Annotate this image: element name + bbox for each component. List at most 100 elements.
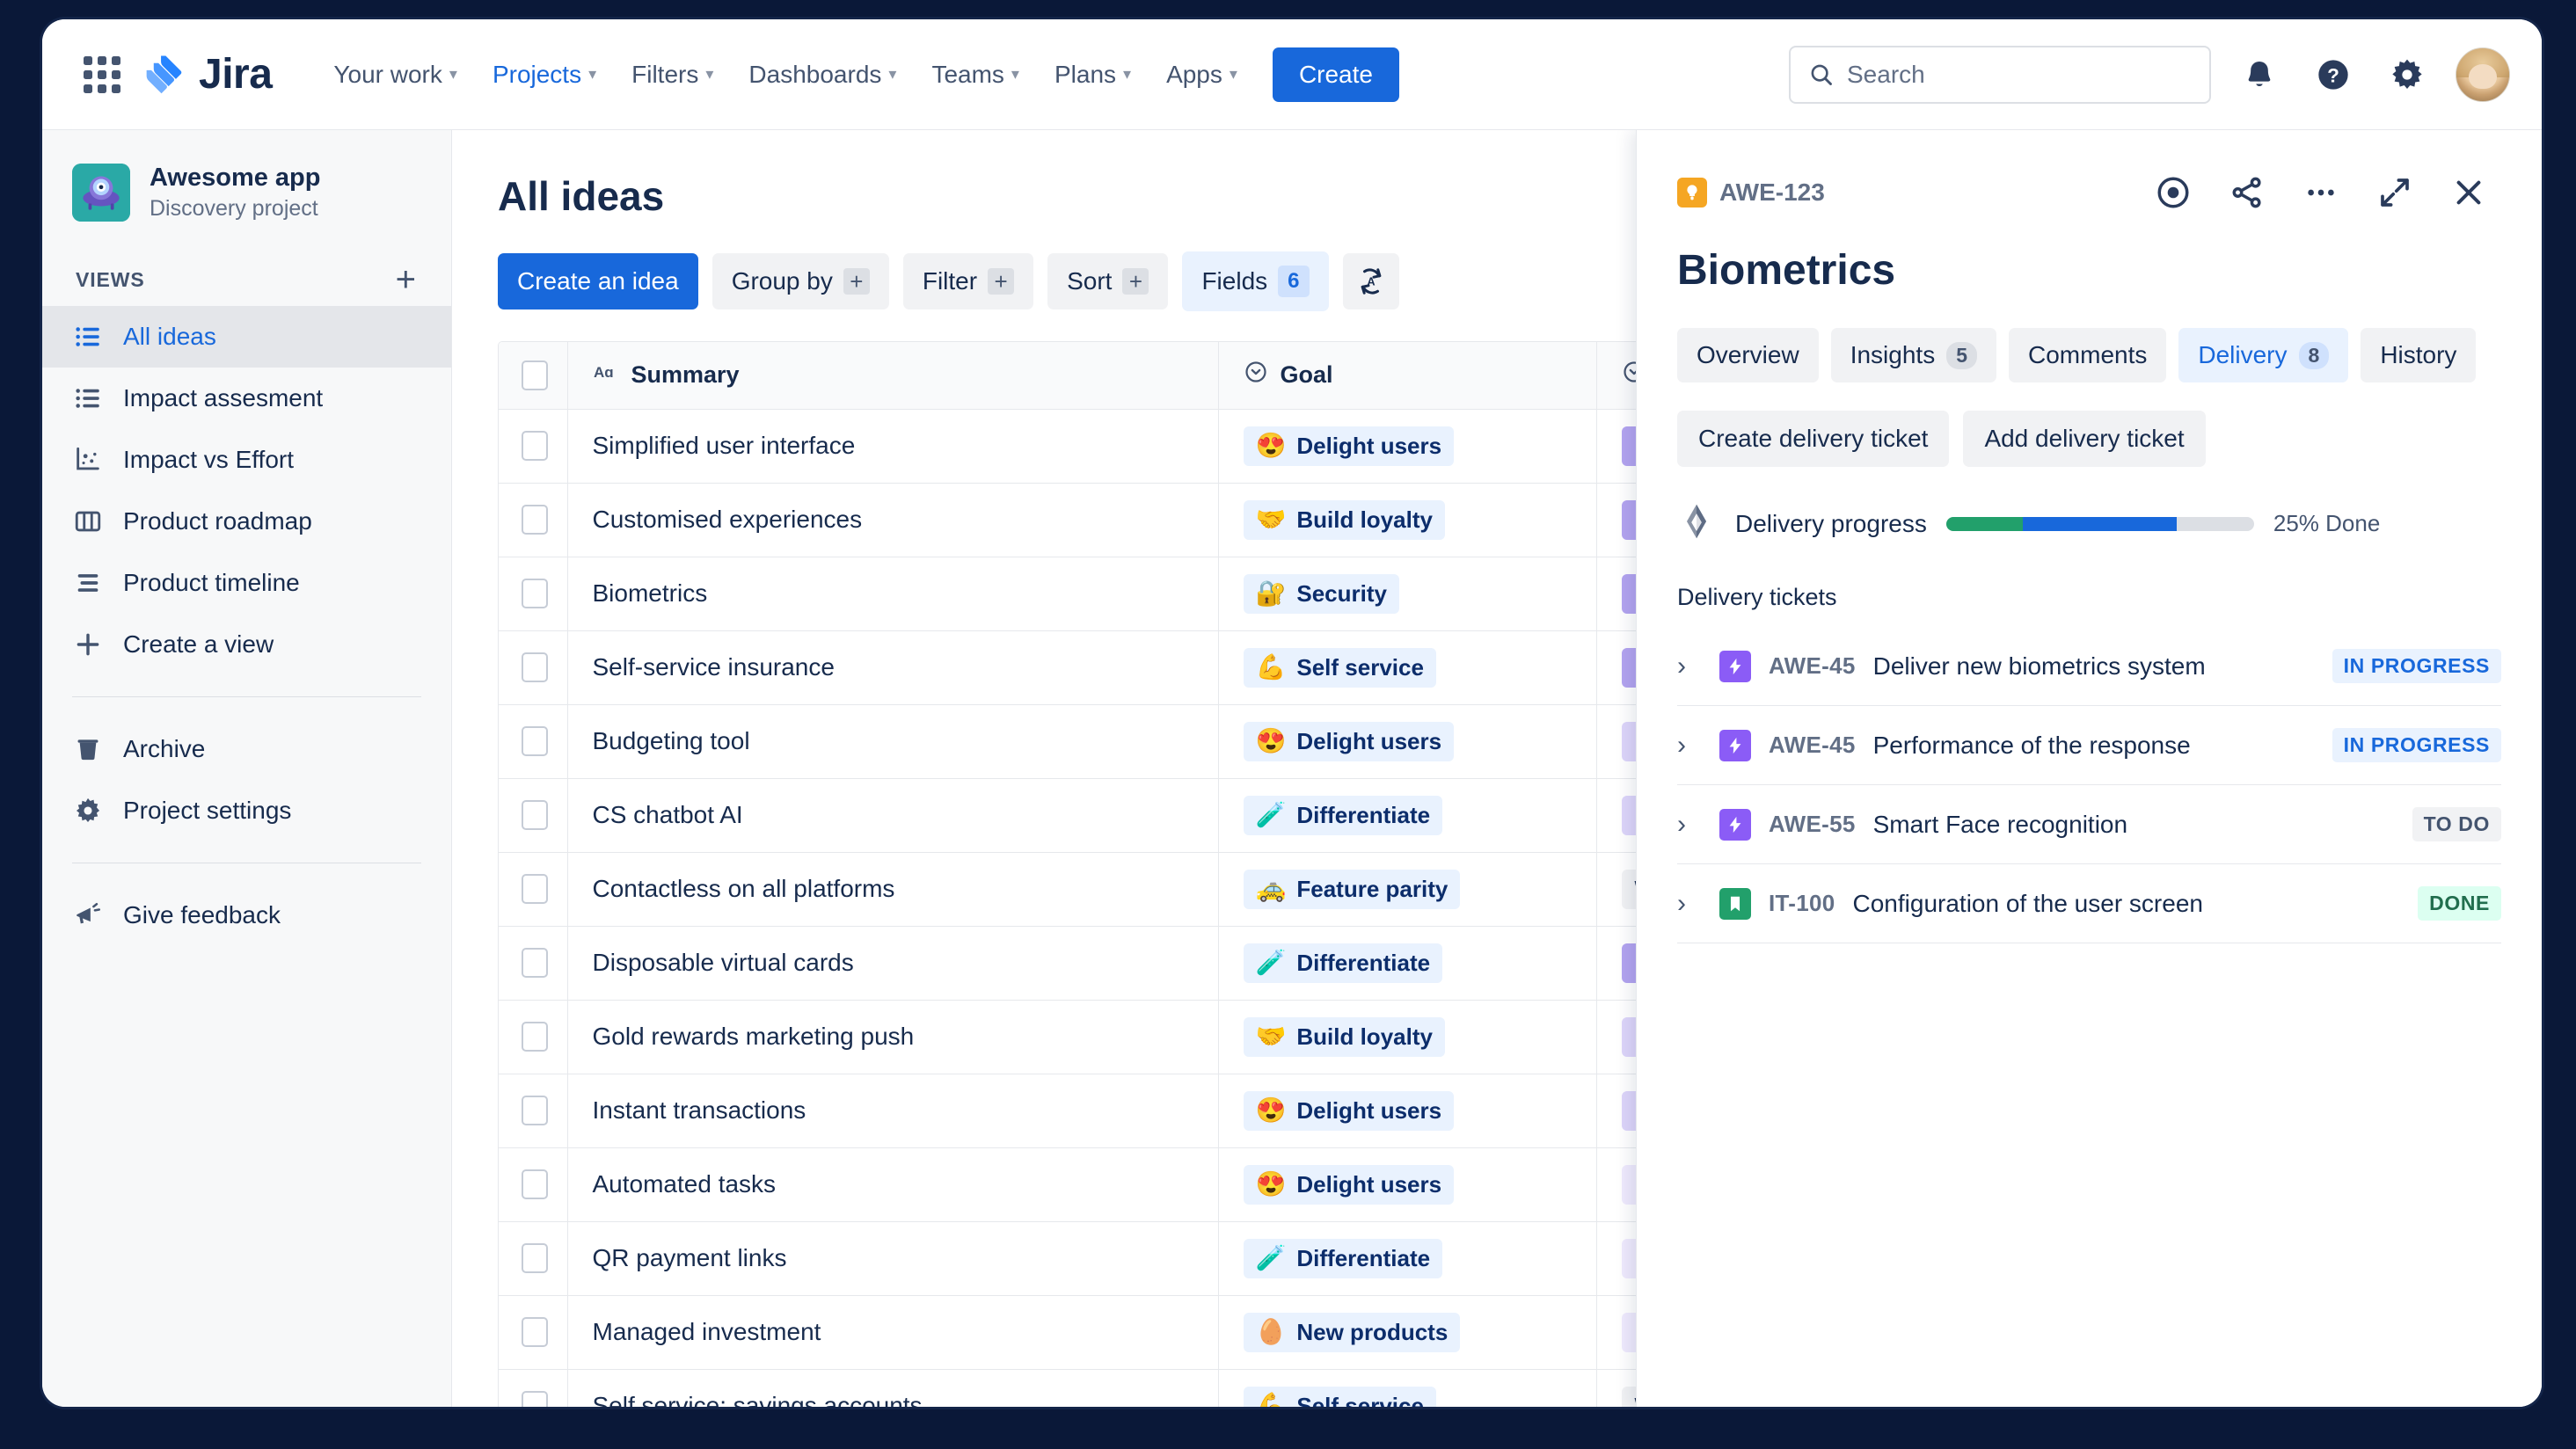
group-by-button[interactable]: Group by + <box>712 253 889 309</box>
cell-summary[interactable]: Automated tasks <box>567 1147 1219 1222</box>
cell-goal[interactable]: 🧪 Differentiate <box>1218 1221 1597 1296</box>
project-header[interactable]: Awesome app Discovery project <box>42 130 451 248</box>
row-checkbox-cell[interactable] <box>499 778 568 853</box>
delivery-ticket-row[interactable]: › AWE-55 Smart Face recognition TO DO <box>1677 785 2501 864</box>
expand-chevron-icon[interactable]: › <box>1677 731 1702 761</box>
cell-summary[interactable]: Instant transactions <box>567 1074 1219 1148</box>
nav-item-teams[interactable]: Teams ▾ <box>916 48 1035 101</box>
cell-summary[interactable]: Disposable virtual cards <box>567 926 1219 1001</box>
goal-chip[interactable]: 😍 Delight users <box>1243 1090 1455 1131</box>
row-checkbox-cell[interactable] <box>499 1147 568 1222</box>
checkbox-icon[interactable] <box>522 1096 548 1125</box>
cell-goal[interactable]: 🔐 Security <box>1218 557 1597 631</box>
expand-chevron-icon[interactable]: › <box>1677 889 1702 919</box>
status-badge[interactable]: IN PROGRESS <box>2332 728 2501 762</box>
row-checkbox-cell[interactable] <box>499 557 568 631</box>
ticket-summary[interactable]: Smart Face recognition <box>1873 811 2127 839</box>
ticket-summary[interactable]: Performance of the response <box>1873 732 2191 760</box>
tab-overview[interactable]: Overview <box>1677 328 1819 382</box>
sidebar-item-all-ideas[interactable]: All ideas <box>42 306 451 368</box>
checkbox-icon[interactable] <box>522 1391 548 1407</box>
issue-key-link[interactable]: AWE-123 <box>1677 178 1825 208</box>
row-checkbox-cell[interactable] <box>499 926 568 1001</box>
row-checkbox-cell[interactable] <box>499 483 568 557</box>
cell-summary[interactable]: Gold rewards marketing push <box>567 1000 1219 1074</box>
header-goal[interactable]: Goal <box>1218 342 1597 410</box>
checkbox-icon[interactable] <box>522 360 548 390</box>
cell-goal[interactable]: 🤝 Build loyalty <box>1218 483 1597 557</box>
sidebar-item-product-roadmap[interactable]: Product roadmap <box>42 491 451 552</box>
sort-alpha-button[interactable]: A <box>1342 253 1399 309</box>
row-checkbox-cell[interactable] <box>499 1295 568 1370</box>
close-panel-button[interactable] <box>2447 171 2491 215</box>
header-summary[interactable]: Aɑ Summary <box>567 342 1219 410</box>
tab-insights[interactable]: Insights 5 <box>1830 328 1996 382</box>
cell-goal[interactable]: 🥚 New products <box>1218 1295 1597 1370</box>
nav-item-apps[interactable]: Apps ▾ <box>1150 48 1253 101</box>
cell-goal[interactable]: 😍 Delight users <box>1218 1147 1597 1222</box>
notifications-button[interactable] <box>2234 49 2285 100</box>
checkbox-icon[interactable] <box>522 1317 548 1347</box>
checkbox-icon[interactable] <box>522 652 548 682</box>
row-checkbox-cell[interactable] <box>499 1369 568 1407</box>
goal-chip[interactable]: 😍 Delight users <box>1243 1164 1455 1205</box>
checkbox-icon[interactable] <box>522 1169 548 1199</box>
ticket-summary[interactable]: Configuration of the user screen <box>1853 890 2203 918</box>
expand-button[interactable] <box>2373 171 2417 215</box>
row-checkbox-cell[interactable] <box>499 409 568 484</box>
sidebar-item-create-a-view[interactable]: Create a view <box>42 614 451 675</box>
user-avatar[interactable] <box>2456 47 2510 102</box>
nav-item-projects[interactable]: Projects ▾ <box>477 48 612 135</box>
fields-button[interactable]: Fields 6 <box>1182 251 1329 311</box>
goal-chip[interactable]: 😍 Delight users <box>1243 426 1455 466</box>
ticket-key[interactable]: AWE-55 <box>1769 811 1856 838</box>
cell-goal[interactable]: 🧪 Differentiate <box>1218 926 1597 1001</box>
create-delivery-ticket-button[interactable]: Create delivery ticket <box>1677 411 1950 467</box>
checkbox-icon[interactable] <box>522 948 548 978</box>
cell-goal[interactable]: 😍 Delight users <box>1218 1074 1597 1148</box>
sidebar-item-product-timeline[interactable]: Product timeline <box>42 552 451 614</box>
sort-button[interactable]: Sort + <box>1047 253 1169 309</box>
goal-chip[interactable]: 🧪 Differentiate <box>1243 795 1443 835</box>
cell-summary[interactable]: CS chatbot AI <box>567 778 1219 853</box>
cell-summary[interactable]: Biometrics <box>567 557 1219 631</box>
nav-item-filters[interactable]: Filters ▾ <box>616 48 729 101</box>
jira-home-logo[interactable]: Jira <box>144 50 273 98</box>
header-select-all[interactable] <box>499 342 568 410</box>
cell-summary[interactable]: Self-service insurance <box>567 630 1219 705</box>
create-button[interactable]: Create <box>1272 47 1399 102</box>
expand-chevron-icon[interactable]: › <box>1677 810 1702 840</box>
cell-summary[interactable]: Budgeting tool <box>567 704 1219 779</box>
row-checkbox-cell[interactable] <box>499 1000 568 1074</box>
checkbox-icon[interactable] <box>522 431 548 461</box>
status-badge[interactable]: TO DO <box>2412 807 2501 841</box>
sidebar-item-project-settings[interactable]: Project settings <box>42 780 451 841</box>
share-button[interactable] <box>2225 171 2269 215</box>
goal-chip[interactable]: 🤝 Build loyalty <box>1243 1016 1445 1057</box>
cell-goal[interactable]: 😍 Delight users <box>1218 704 1597 779</box>
goal-chip[interactable]: 🚕 Feature parity <box>1243 869 1461 909</box>
checkbox-icon[interactable] <box>522 726 548 756</box>
checkbox-icon[interactable] <box>522 874 548 904</box>
app-switcher-waffle-icon[interactable] <box>79 52 125 98</box>
add-delivery-ticket-button[interactable]: Add delivery ticket <box>1963 411 2206 467</box>
goal-chip[interactable]: 💪 Self service <box>1243 647 1436 688</box>
nav-item-dashboards[interactable]: Dashboards ▾ <box>733 48 912 101</box>
add-view-button[interactable]: + <box>396 262 416 297</box>
row-checkbox-cell[interactable] <box>499 1221 568 1296</box>
cell-summary[interactable]: Customised experiences <box>567 483 1219 557</box>
goal-chip[interactable]: 🧪 Differentiate <box>1243 1238 1443 1278</box>
checkbox-icon[interactable] <box>522 1022 548 1052</box>
ticket-key[interactable]: AWE-45 <box>1769 652 1856 680</box>
row-checkbox-cell[interactable] <box>499 704 568 779</box>
nav-item-plans[interactable]: Plans ▾ <box>1039 48 1147 101</box>
cell-summary[interactable]: Simplified user interface <box>567 409 1219 484</box>
cell-goal[interactable]: 🧪 Differentiate <box>1218 778 1597 853</box>
cell-goal[interactable]: 💪 Self service <box>1218 1369 1597 1407</box>
settings-button[interactable] <box>2382 49 2433 100</box>
row-checkbox-cell[interactable] <box>499 1074 568 1148</box>
search-input[interactable]: Search <box>1789 45 2211 104</box>
row-checkbox-cell[interactable] <box>499 852 568 927</box>
checkbox-icon[interactable] <box>522 579 548 608</box>
sidebar-item-impact-vs-effort[interactable]: Impact vs Effort <box>42 429 451 491</box>
